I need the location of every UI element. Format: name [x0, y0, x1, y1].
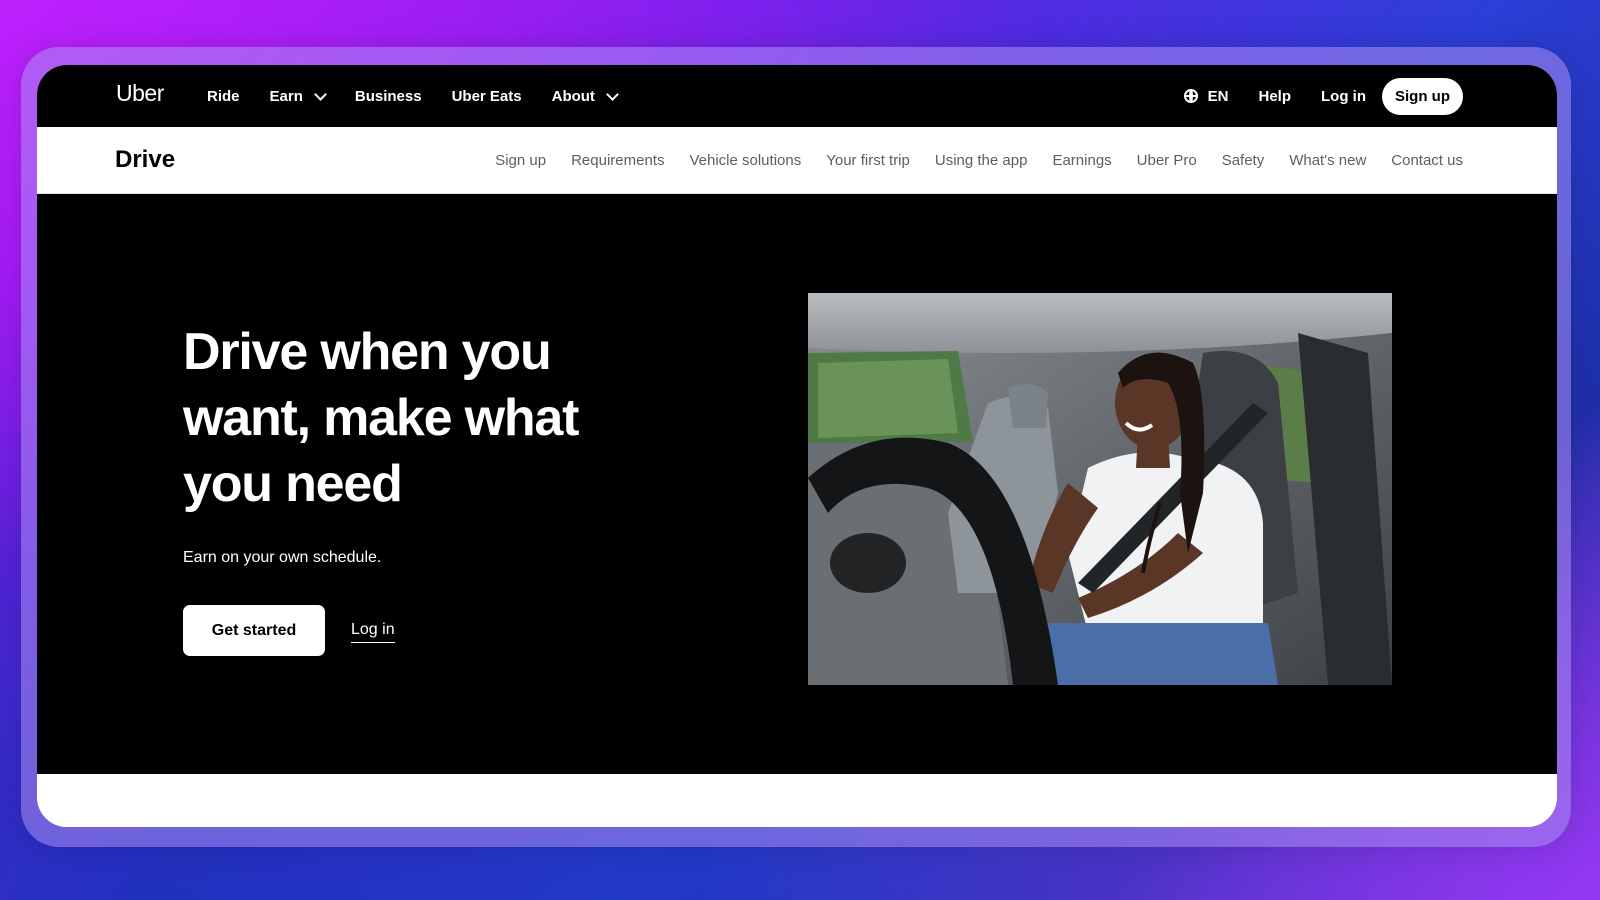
language-label: EN: [1207, 87, 1229, 105]
nav-item-label: Earn: [269, 87, 303, 105]
globe-icon: [1183, 89, 1198, 103]
login-link[interactable]: Log in: [1321, 88, 1366, 105]
page-footer-strip: [37, 774, 1557, 827]
nav-item-ride[interactable]: Ride: [207, 88, 240, 105]
subnav-link-vehicle-solutions[interactable]: Vehicle solutions: [689, 152, 801, 169]
nav-item-business[interactable]: Business: [355, 88, 422, 105]
hero-login-link[interactable]: Log in: [351, 621, 395, 643]
hero-headline: Drive when you want, make what you need: [183, 323, 579, 513]
nav-item-label: Uber Eats: [451, 87, 522, 105]
secondary-nav: EN Help Log in Sign up: [1183, 65, 1463, 127]
subnav-link-sign-up[interactable]: Sign up: [495, 152, 546, 169]
hero-section: Drive when you want, make what you need …: [37, 194, 1557, 774]
subnav-link-safety[interactable]: Safety: [1222, 152, 1265, 169]
primary-nav: Ride Earn Business Uber Eats About: [207, 65, 647, 127]
nav-item-uber-eats[interactable]: Uber Eats: [452, 88, 522, 105]
nav-item-label: About: [551, 87, 595, 105]
subnav-link-uber-pro[interactable]: Uber Pro: [1137, 152, 1197, 169]
get-started-button[interactable]: Get started: [183, 605, 325, 656]
subnav-link-earnings[interactable]: Earnings: [1052, 152, 1111, 169]
nav-item-about[interactable]: About: [551, 87, 619, 105]
hero-subtext: Earn on your own schedule.: [183, 549, 382, 566]
chevron-down-icon: [314, 87, 327, 101]
subnav-link-first-trip[interactable]: Your first trip: [826, 152, 910, 169]
nav-item-label: Business: [354, 87, 422, 105]
driver-illustration: [808, 293, 1392, 685]
subnav-link-contact-us[interactable]: Contact us: [1391, 152, 1463, 169]
nav-item-earn[interactable]: Earn: [269, 87, 327, 105]
help-link[interactable]: Help: [1258, 88, 1291, 105]
subnav-link-requirements[interactable]: Requirements: [571, 152, 664, 169]
nav-item-label: Ride: [207, 87, 240, 105]
subnav-links: Sign up Requirements Vehicle solutions Y…: [470, 127, 1463, 193]
subnav-title[interactable]: Drive: [115, 146, 175, 174]
subnav-link-whats-new[interactable]: What's new: [1289, 152, 1366, 169]
browser-window: Uber Ride Earn Business Uber Eats About …: [37, 65, 1557, 827]
chevron-down-icon: [606, 87, 619, 101]
subnav-link-using-app[interactable]: Using the app: [935, 152, 1028, 169]
hero-photo-driver: [808, 293, 1392, 685]
uber-logo[interactable]: Uber: [116, 80, 164, 107]
drive-subnav: Drive Sign up Requirements Vehicle solut…: [37, 127, 1557, 194]
top-navigation: Uber Ride Earn Business Uber Eats About …: [37, 65, 1557, 127]
language-selector[interactable]: EN: [1183, 87, 1229, 105]
signup-button[interactable]: Sign up: [1382, 77, 1463, 115]
